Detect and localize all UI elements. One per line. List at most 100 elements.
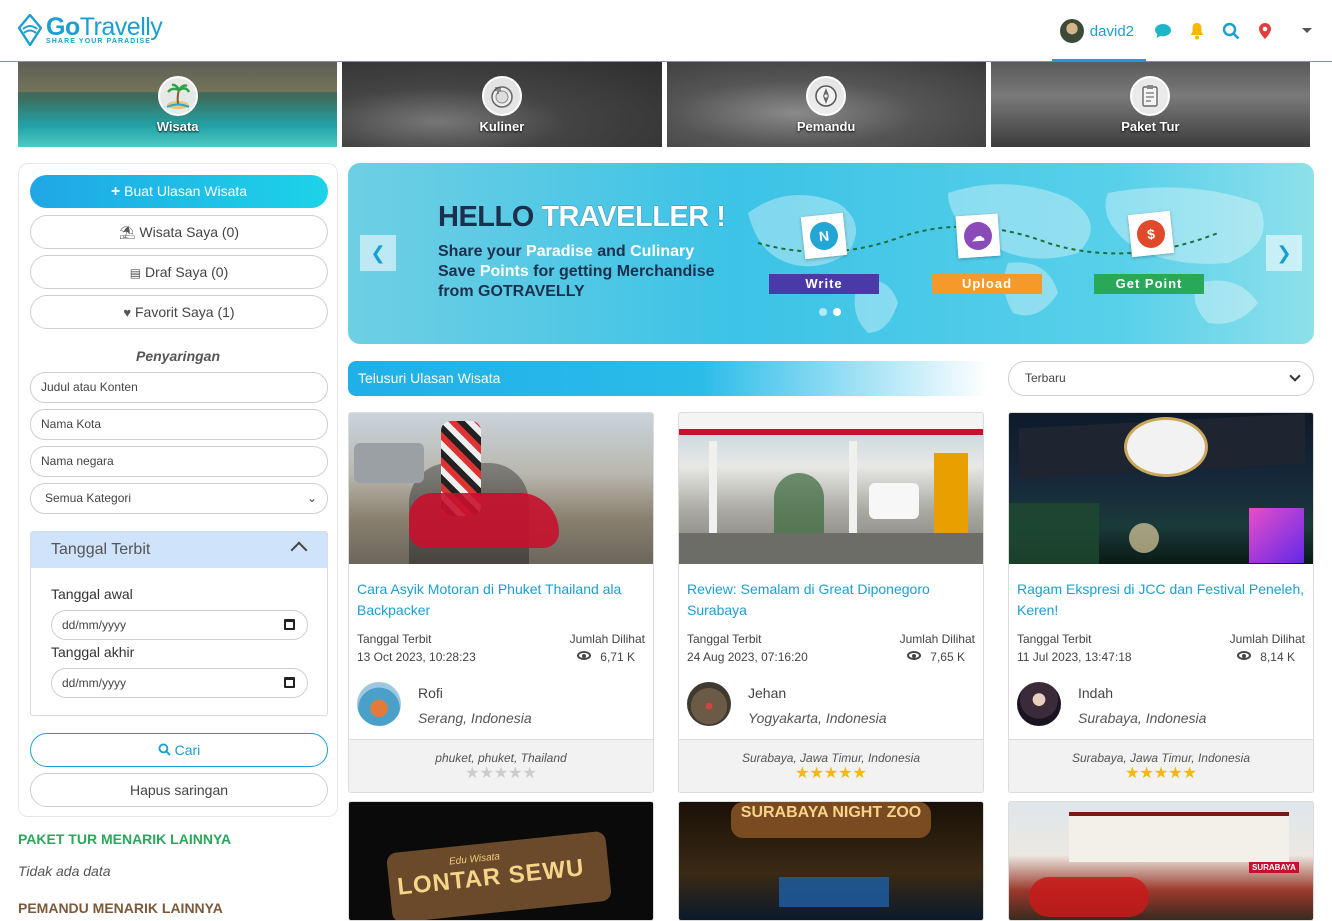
star-icon: ★ bbox=[465, 765, 480, 782]
banner-next-arrow-icon[interactable]: ❯ bbox=[1266, 235, 1302, 271]
filter-title: Penyaringan bbox=[135, 348, 221, 364]
author-name[interactable]: Rofi bbox=[418, 685, 443, 701]
banner-dot[interactable] bbox=[819, 308, 827, 316]
beach-umbrella-icon: ⛱ bbox=[119, 225, 136, 240]
drafts-button[interactable]: ▤ Draf Saya (0) bbox=[30, 255, 328, 289]
star-icon: ★ bbox=[1139, 765, 1154, 782]
favorites-button[interactable]: ♥ Favorit Saya (1) bbox=[30, 295, 328, 329]
nav-right: david2 bbox=[1051, 0, 1332, 63]
date-filter-header[interactable]: Tanggal Terbit bbox=[31, 532, 327, 568]
plate-icon bbox=[481, 76, 522, 116]
published-date: 24 Aug 2023, 07:16:20 bbox=[687, 650, 808, 664]
category-kuliner[interactable]: Kuliner bbox=[342, 62, 662, 147]
my-tours-button[interactable]: ⛱ Wisata Saya (0) bbox=[30, 215, 328, 249]
clipboard-icon: ▤ bbox=[129, 266, 142, 280]
chat-icon[interactable] bbox=[1146, 0, 1180, 62]
review-card[interactable]: Review: Semalam di Great Diponegoro Sura… bbox=[678, 412, 984, 793]
write-step-icon: N bbox=[800, 212, 848, 260]
views-label: Jumlah Dilihat bbox=[899, 632, 975, 646]
end-date-label: Tanggal akhir bbox=[51, 644, 135, 660]
top-navbar: GoTravelly SHARE YOUR PARADISE david2 bbox=[0, 0, 1332, 63]
category-wisata[interactable]: Wisata bbox=[18, 62, 338, 147]
review-title[interactable]: Cara Asyik Motoran di Phuket Thailand al… bbox=[357, 579, 647, 621]
category-paket-tur[interactable]: Paket Tur bbox=[990, 62, 1310, 147]
star-rating: ★★★★★ bbox=[679, 765, 983, 783]
clear-filter-button[interactable]: Hapus saringan bbox=[30, 773, 328, 807]
review-card[interactable]: Cara Asyik Motoran di Phuket Thailand al… bbox=[348, 412, 654, 793]
start-date-input[interactable]: dd/mm/yyyy bbox=[51, 610, 308, 640]
place-text: Surabaya, Jawa Timur, Indonesia bbox=[1072, 751, 1250, 765]
published-date: 11 Jul 2023, 13:47:18 bbox=[1017, 650, 1132, 664]
views-count: 7,65 K bbox=[930, 650, 965, 664]
filter-sidebar: + Buat Ulasan Wisata ⛱ Wisata Saya (0) ▤… bbox=[18, 163, 338, 817]
calendar-icon[interactable] bbox=[284, 619, 295, 630]
search-icon bbox=[158, 743, 171, 756]
star-icon: ★ bbox=[493, 765, 509, 782]
step-get-point-label: Get Point bbox=[1094, 274, 1204, 294]
star-icon: ★ bbox=[522, 765, 537, 782]
country-input[interactable]: Nama negara bbox=[30, 446, 328, 477]
category-pemandu[interactable]: Pemandu bbox=[666, 62, 986, 147]
star-icon: ★ bbox=[795, 765, 810, 782]
step-upload-label: Upload bbox=[932, 274, 1042, 294]
chevron-up-icon bbox=[290, 541, 308, 559]
get-point-step-icon: $ bbox=[1127, 210, 1175, 258]
review-card[interactable]: SURABAYA bbox=[1008, 801, 1314, 921]
bell-icon[interactable] bbox=[1180, 0, 1214, 62]
eye-icon bbox=[1237, 651, 1251, 660]
end-date-input[interactable]: dd/mm/yyyy bbox=[51, 668, 308, 698]
location-pin-icon[interactable] bbox=[1248, 0, 1282, 62]
search-button[interactable]: Cari bbox=[30, 733, 328, 767]
author-name[interactable]: Jehan bbox=[748, 685, 786, 701]
chevron-down-icon: ⌄ bbox=[306, 491, 317, 505]
review-card-image[interactable] bbox=[679, 413, 983, 564]
category-label: Kuliner bbox=[479, 119, 525, 134]
review-title[interactable]: Ragam Ekspresi di JCC dan Festival Penel… bbox=[1017, 579, 1307, 621]
calendar-icon[interactable] bbox=[284, 677, 295, 688]
username: david2 bbox=[1089, 22, 1134, 40]
review-title[interactable]: Review: Semalam di Great Diponegoro Sura… bbox=[687, 579, 977, 621]
banner-prev-arrow-icon[interactable]: ❮ bbox=[360, 235, 396, 271]
user-menu[interactable]: david2 bbox=[1051, 0, 1147, 63]
caret-down-icon[interactable] bbox=[1282, 0, 1332, 62]
title-content-input[interactable]: Judul atau Konten bbox=[30, 372, 328, 403]
review-card[interactable]: Edu Wisata LONTAR SEWU bbox=[348, 801, 654, 921]
category-select[interactable]: Semua Kategori ⌄ bbox=[30, 483, 328, 514]
sort-select[interactable]: Terbaru bbox=[1008, 361, 1314, 396]
chevron-down-icon bbox=[1289, 370, 1301, 382]
promo-banner[interactable]: HELLO TRAVELLER ! Share your Paradise an… bbox=[348, 163, 1314, 344]
create-review-button[interactable]: + Buat Ulasan Wisata bbox=[30, 175, 328, 208]
banner-line-1: Share your Paradise and Culinary bbox=[438, 243, 695, 260]
image-sign-text: SURABAYA bbox=[1249, 862, 1299, 873]
star-icon: ★ bbox=[1168, 765, 1183, 782]
views-label: Jumlah Dilihat bbox=[569, 632, 645, 646]
star-icon: ★ bbox=[1153, 765, 1169, 782]
star-icon: ★ bbox=[508, 765, 523, 782]
author-avatar[interactable] bbox=[1017, 682, 1061, 726]
review-card-image[interactable] bbox=[349, 413, 653, 564]
start-date-label: Tanggal awal bbox=[51, 586, 133, 602]
review-card-footer: phuket, phuket, Thailand ★★★★★ bbox=[349, 739, 653, 792]
banner-headline: HELLO TRAVELLER ! bbox=[438, 201, 726, 233]
review-card[interactable]: SURABAYA NIGHT ZOO bbox=[678, 801, 984, 921]
compass-icon bbox=[806, 76, 847, 116]
views-label: Jumlah Dilihat bbox=[1229, 632, 1305, 646]
review-card-image bbox=[1069, 812, 1289, 862]
author-avatar[interactable] bbox=[687, 682, 731, 726]
banner-dot-active[interactable] bbox=[833, 308, 841, 316]
city-input[interactable]: Nama Kota bbox=[30, 409, 328, 440]
search-icon[interactable] bbox=[1214, 0, 1248, 62]
star-icon: ★ bbox=[838, 765, 853, 782]
heart-icon: ♥ bbox=[123, 305, 132, 320]
eye-icon bbox=[577, 651, 591, 660]
brand-name: GoTravelly bbox=[46, 13, 163, 41]
review-card-image[interactable] bbox=[1009, 413, 1313, 564]
author-name[interactable]: Indah bbox=[1078, 685, 1113, 701]
brand-logo[interactable]: GoTravelly SHARE YOUR PARADISE bbox=[18, 13, 163, 46]
review-card-footer: Surabaya, Jawa Timur, Indonesia ★★★★★ bbox=[1009, 739, 1313, 792]
review-card[interactable]: Ragam Ekspresi di JCC dan Festival Penel… bbox=[1008, 412, 1314, 793]
banner-line-3: from GOTRAVELLY bbox=[438, 283, 585, 300]
author-avatar[interactable] bbox=[357, 682, 401, 726]
views-count: 8,14 K bbox=[1260, 650, 1295, 664]
category-label: Pemandu bbox=[796, 119, 856, 134]
